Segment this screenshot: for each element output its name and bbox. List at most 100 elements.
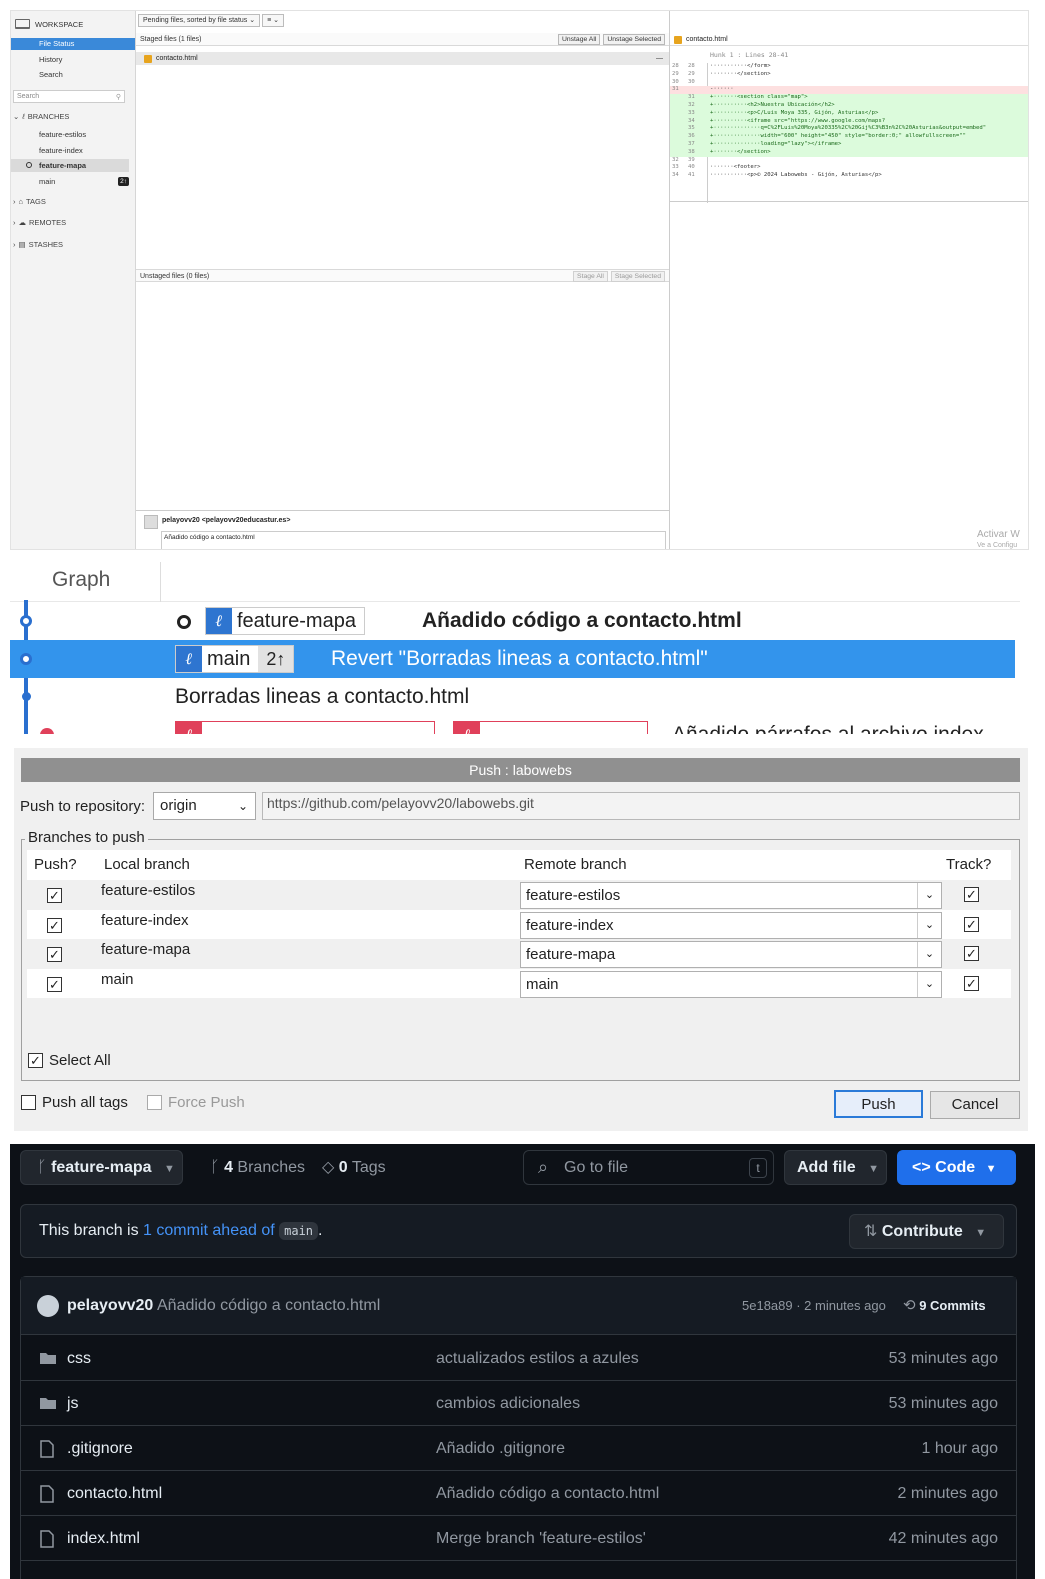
ahead-badge: 2↑ [118,177,129,186]
push-checkbox[interactable]: ✓ [47,976,62,992]
diff-file-tab[interactable]: contacto.html [670,33,1028,46]
file-commit-time: 53 minutes ago [888,1350,998,1367]
commit-author[interactable]: pelayovv20 [67,1277,153,1335]
branch-label-feature-mapa[interactable]: ℓ feature-mapa [205,607,365,635]
graph-row-selected[interactable]: ℓ main 2↑ Revert "Borradas lineas a cont… [10,640,1015,678]
contribute-button[interactable]: ⇅ Contribute ▼ [849,1214,1004,1249]
tag-icon: ◇ [322,1159,335,1176]
file-row[interactable]: .gitignore Añadido .gitignore 1 hour ago [21,1426,1016,1471]
file-row[interactable]: index.html Merge branch 'feature-estilos'… [21,1516,1016,1561]
file-commit-message[interactable]: actualizados estilos a azules [436,1336,639,1381]
file-commit-message[interactable]: Añadido .gitignore [436,1426,565,1471]
track-checkbox[interactable]: ✓ [964,887,979,902]
track-checkbox[interactable]: ✓ [964,916,979,932]
branch-icon: ℓ [454,722,480,734]
code-button[interactable]: <> Code ▼ [897,1150,1016,1185]
unstage-all-button[interactable]: Unstage All [557,34,601,45]
file-commit-message[interactable]: Añadido código a contacto.html [436,1471,659,1516]
branch-item-main[interactable]: main 2↑ [11,175,129,188]
branches-count: 4 [224,1159,233,1176]
remote-branch-select[interactable]: feature-index ⌄ [520,911,942,939]
file-name[interactable]: css [67,1336,91,1381]
remote-branch-select[interactable]: feature-mapa ⌄ [520,941,942,968]
commit-graph: Graph ℓ feature-mapa Añadido código a co… [10,556,1020,734]
line-number: 31 [688,94,695,101]
chevron-right-icon: › [13,197,16,206]
sidebar-search-input[interactable]: Search ⚲ [13,90,125,103]
ahead-link[interactable]: 1 commit ahead of [143,1222,275,1239]
commit-message-input[interactable]: Añadido código a contacto.html [161,531,666,549]
force-push-checkbox[interactable] [147,1095,162,1110]
stage-selected-button[interactable]: Stage Selected [610,271,665,282]
push-checkbox[interactable]: ✓ [47,917,62,933]
remote-branch-label[interactable]: ℓ [453,721,648,734]
track-checkbox[interactable]: ✓ [964,975,979,991]
diff-line: 31 +·······<section class="map"> [670,94,1028,102]
stage-all-button[interactable]: Stage All [573,271,608,282]
nav-history[interactable]: History [11,54,135,66]
graph-row[interactable]: ℓ feature-mapa Añadido código a contacto… [10,602,1015,640]
stashes-group[interactable]: › ▤ STASHES [13,238,63,251]
col-local: Local branch [104,856,190,873]
push-checkbox[interactable]: ✓ [47,947,62,962]
last-commit-message[interactable]: Añadido código a contacto.html [157,1277,380,1335]
push-button[interactable]: Push [834,1090,923,1118]
repository-select[interactable]: origin ⌄ [153,792,256,820]
line-number: 35 [688,125,695,132]
add-file-button[interactable]: Add file ▼ [784,1150,887,1185]
branch-item-feature-index[interactable]: feature-index [11,144,129,157]
branches-group[interactable]: ⌄ ℓ BRANCHES [13,110,69,123]
nav-file-status[interactable]: File Status [11,38,135,50]
table-row[interactable]: ✓ main main ⌄ ✓ [27,968,1011,998]
graph-row[interactable]: Borradas lineas a contacto.html [10,678,1015,716]
file-name[interactable]: contacto.html [67,1471,162,1516]
remote-branch-select[interactable]: feature-estilos ⌄ [520,882,942,909]
go-to-file-input[interactable]: ⌕ Go to file t [523,1150,774,1185]
file-row[interactable]: js cambios adicionales 53 minutes ago [21,1381,1016,1426]
file-commit-message[interactable]: cambios adicionales [436,1381,580,1426]
commits-link[interactable]: ⟲ 9 Commits [903,1277,986,1335]
nav-search[interactable]: Search [11,69,135,81]
activation-watermark: Activar W Ve a Configu [977,529,1020,549]
last-commit-meta[interactable]: 5e18a89 · 2 minutes ago [742,1277,886,1335]
unstage-icon[interactable]: — [656,52,663,65]
file-row[interactable]: contacto.html Añadido código a contacto.h… [21,1471,1016,1516]
table-row[interactable]: ✓ feature-estilos feature-estilos ⌄ ✓ [27,880,1011,909]
remote-branch-select[interactable]: main ⌄ [520,970,942,998]
staged-file-row[interactable]: contacto.html — [136,52,669,65]
branch-item-feature-mapa[interactable]: feature-mapa [11,159,129,172]
remote-branch-label[interactable]: ℓ [175,721,435,734]
commit-area: pelayovv20 <pelayovv20educastur.es> Añad… [136,510,669,549]
select-all-checkbox[interactable]: ✓ [28,1053,43,1068]
unstage-selected-button[interactable]: Unstage Selected [603,34,665,45]
push-checkbox[interactable]: ✓ [47,888,62,903]
sourcetree-window: WORKSPACE File Status History Search Sea… [10,10,1029,550]
branches-link[interactable]: ᚴ 4 Branches [210,1150,305,1185]
branch-selector-button[interactable]: ᚴ feature-mapa ▼ [20,1150,183,1185]
file-name[interactable]: index.html [67,1516,140,1561]
file-name[interactable]: .gitignore [67,1426,133,1471]
track-checkbox[interactable]: ✓ [964,946,979,961]
avatar[interactable] [37,1295,59,1317]
push-all-tags-checkbox[interactable] [21,1095,36,1110]
diff-line-text: ·······<footer> [710,164,761,171]
file-name[interactable]: js [67,1381,79,1426]
graph-row[interactable]: ℓ ℓ Añadido párrafos al archivo index [10,716,1015,734]
pending-files-dropdown[interactable]: Pending files, sorted by file status ⌄ [138,14,261,27]
caret-down-icon: ▼ [985,1163,997,1175]
table-row[interactable]: ✓ feature-mapa feature-mapa ⌄ ✓ [27,939,1011,968]
file-commit-message[interactable]: Merge branch 'feature-estilos' [436,1516,646,1561]
branch-item-feature-estilos[interactable]: feature-estilos [11,128,129,141]
branch-label-main[interactable]: ℓ main 2↑ [175,645,295,673]
cancel-button[interactable]: Cancel [930,1091,1020,1119]
table-row[interactable]: ✓ feature-index feature-index ⌄ ✓ [27,909,1011,939]
shortcut-key: t [749,1158,767,1178]
graph-header: Graph [10,556,1020,602]
file-row[interactable]: css actualizados estilos a azules 53 minut… [21,1336,1016,1381]
repo-url-field[interactable]: https://github.com/pelayovv20/labowebs.g… [262,792,1020,820]
view-mode-dropdown[interactable]: ≡ ⌄ [262,14,284,27]
tags-link[interactable]: ◇ 0 Tags [322,1150,386,1185]
tags-group[interactable]: › ⌂ TAGS [13,195,46,208]
remotes-group[interactable]: › ☁ REMOTES [13,216,66,229]
chevron-right-icon: › [13,240,16,249]
